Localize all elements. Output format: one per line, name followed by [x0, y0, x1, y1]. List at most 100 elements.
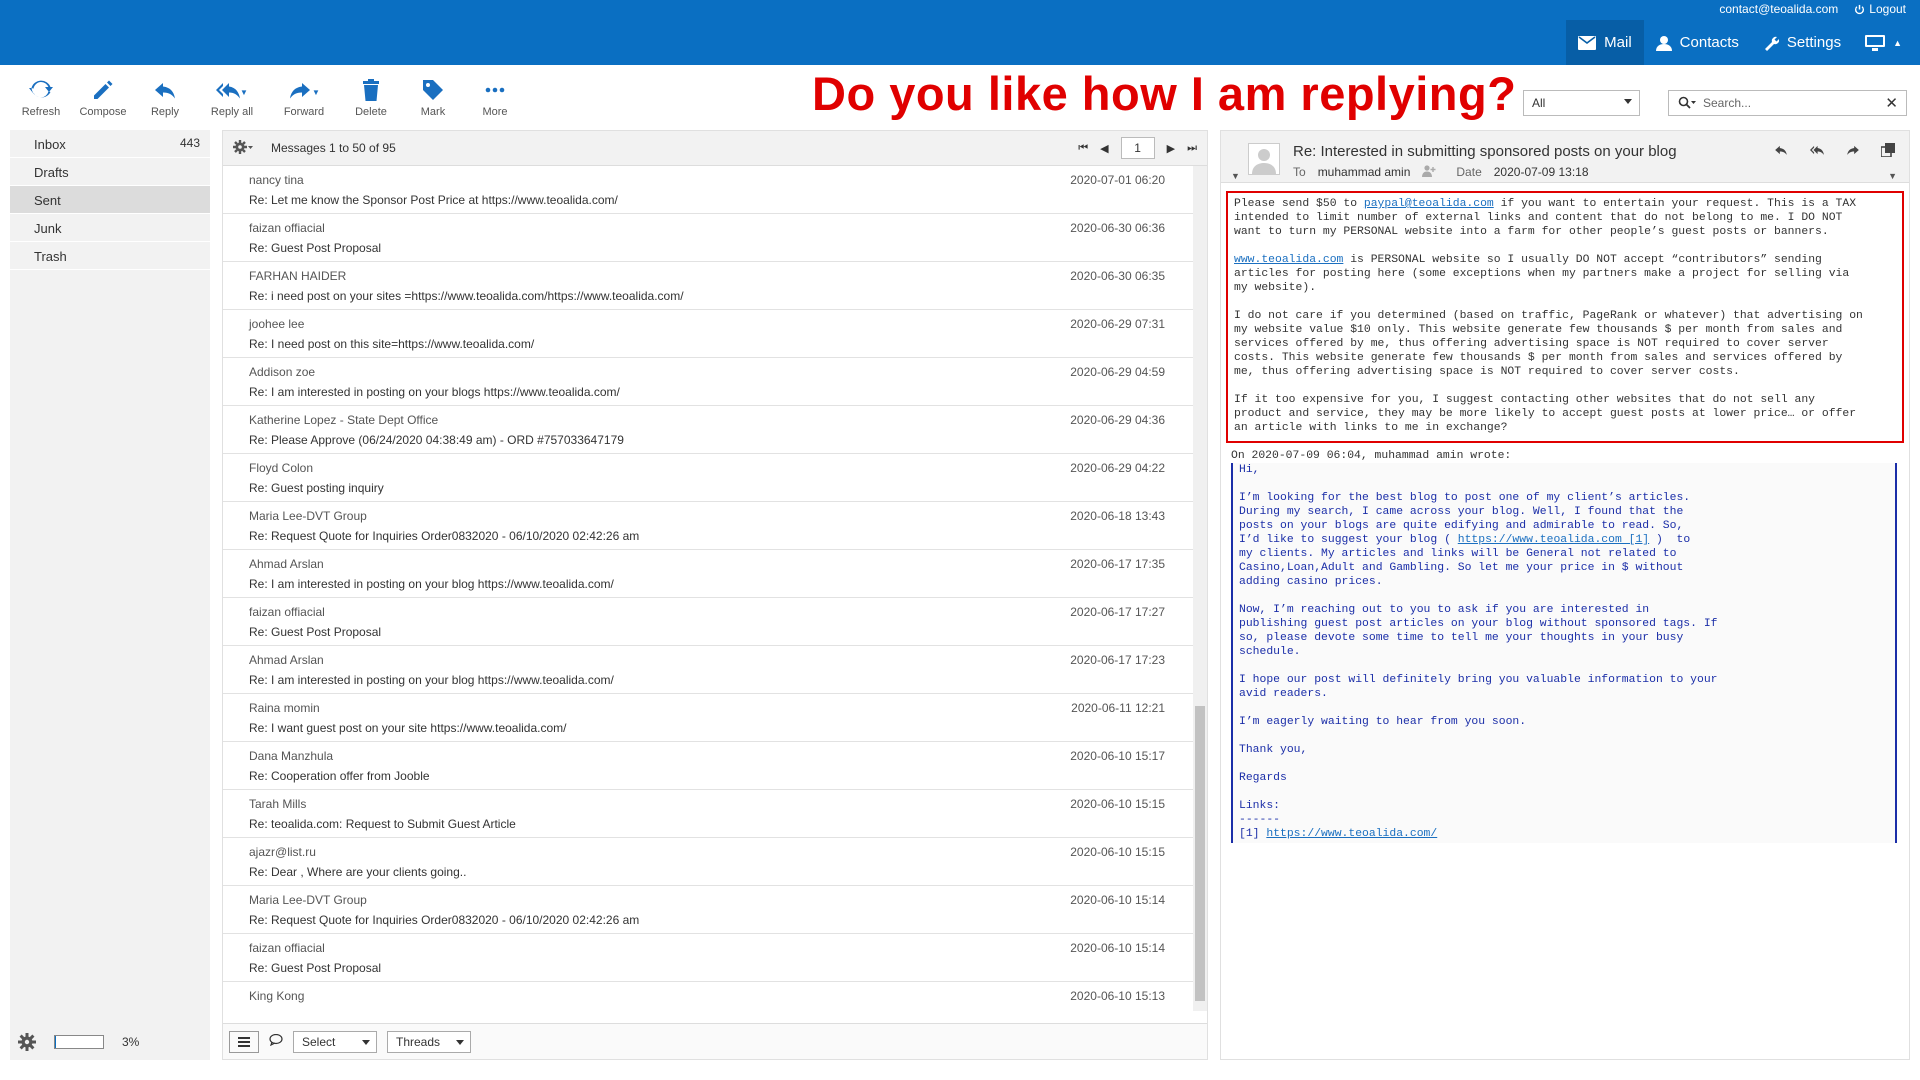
message-row[interactable]: faizan offiacial 2020-06-17 17:27 Re: Gues…: [223, 598, 1193, 646]
message-subject: Re: i need post on your sites =https://w…: [249, 289, 684, 303]
search-input[interactable]: Search... ✕: [1668, 90, 1907, 116]
message-row[interactable]: Katherine Lopez - State Dept Office 2020-…: [223, 406, 1193, 454]
add-contact-icon[interactable]: [1422, 165, 1436, 180]
clear-search-icon[interactable]: ✕: [1885, 94, 1898, 112]
tab-settings[interactable]: Settings: [1751, 20, 1853, 65]
message-sender: Tarah Mills: [249, 797, 307, 811]
first-page-icon[interactable]: ⏮: [1078, 142, 1088, 155]
folder-sent[interactable]: Sent: [10, 186, 210, 214]
message-row[interactable]: nancy tina 2020-07-01 06:20 Re: Let me kno…: [223, 166, 1193, 214]
folder-trash[interactable]: Trash: [10, 242, 210, 270]
folder-label: Drafts: [34, 165, 69, 180]
preview-header: ▼ Re: Interested in submitting sponsored…: [1221, 131, 1909, 183]
reply-icon[interactable]: [1773, 143, 1789, 157]
overlay-annotation: Do you like how I am replying?: [812, 67, 1517, 120]
select-dropdown[interactable]: Select: [293, 1030, 377, 1053]
message-row[interactable]: ajazr@list.ru 2020-06-10 15:15 Re: Dear , …: [223, 838, 1193, 886]
reply-all-button[interactable]: ▼ Reply all: [196, 78, 268, 126]
message-sender: Maria Lee-DVT Group: [249, 509, 367, 523]
list-scrollbar[interactable]: [1193, 166, 1207, 1011]
last-page-icon[interactable]: ⏭: [1187, 142, 1197, 155]
message-row[interactable]: Addison zoe 2020-06-29 04:59 Re: I am inte…: [223, 358, 1193, 406]
message-sender: Raina momin: [249, 701, 320, 715]
more-icon: [485, 87, 505, 93]
message-row[interactable]: Ahmad Arslan 2020-06-17 17:23 Re: I am int…: [223, 646, 1193, 694]
message-row[interactable]: Raina momin 2020-06-11 12:21 Re: I want gu…: [223, 694, 1193, 742]
folder-list: Inbox 443 Drafts Sent Junk Trash 3%: [10, 130, 210, 1060]
tab-mail[interactable]: Mail: [1566, 20, 1644, 65]
pencil-icon: [94, 80, 113, 99]
delete-button[interactable]: Delete: [340, 78, 402, 126]
website-link[interactable]: www.teoalida.com: [1234, 254, 1343, 266]
threads-dropdown[interactable]: Threads: [387, 1030, 471, 1053]
paypal-link[interactable]: paypal@teoalida.com: [1364, 198, 1494, 210]
forward-icon[interactable]: [1845, 143, 1861, 157]
message-date: 2020-06-17 17:27: [1070, 605, 1165, 619]
chevron-down-icon[interactable]: ▼: [1888, 171, 1897, 181]
message-date: 2020-06-30 06:36: [1070, 221, 1165, 235]
refresh-icon: [29, 80, 53, 98]
message-row[interactable]: Maria Lee-DVT Group 2020-06-18 13:43 Re: R…: [223, 502, 1193, 550]
open-in-window-icon[interactable]: [1881, 143, 1895, 157]
scrollbar-thumb[interactable]: [1195, 706, 1205, 1001]
message-subject: Re: i am interested buying guest post on…: [249, 1009, 674, 1011]
tab-contacts-label: Contacts: [1679, 34, 1739, 51]
logout-link[interactable]: Logout: [1854, 2, 1906, 16]
reply-all-caret-icon[interactable]: ▼: [240, 88, 248, 97]
dropdown-arrow-icon: [362, 1039, 370, 1045]
preview-meta: To muhammad amin Date 2020-07-09 13:18: [1293, 165, 1589, 180]
message-sender: joohee lee: [249, 317, 305, 331]
page-input[interactable]: 1: [1120, 137, 1155, 159]
message-row[interactable]: faizan offiacial 2020-06-30 06:36 Re: Gues…: [223, 214, 1193, 262]
search-icon[interactable]: [1678, 96, 1696, 113]
folder-junk[interactable]: Junk: [10, 214, 210, 242]
quote-link[interactable]: https://www.teoalida.com [1]: [1458, 534, 1649, 546]
message-row[interactable]: faizan offiacial 2020-06-10 15:14 Re: Gues…: [223, 934, 1193, 982]
message-row[interactable]: joohee lee 2020-06-29 07:31 Re: I need pos…: [223, 310, 1193, 358]
message-row[interactable]: Tarah Mills 2020-06-10 15:15 Re: teoalida.…: [223, 790, 1193, 838]
expand-header-icon[interactable]: ▼: [1231, 171, 1240, 181]
forward-button[interactable]: ▼ Forward: [268, 78, 340, 126]
threads-label: Threads: [396, 1034, 441, 1049]
display-mode-button[interactable]: ▲: [1853, 20, 1914, 65]
message-sender: Maria Lee-DVT Group: [249, 893, 367, 907]
monitor-icon: [1865, 34, 1886, 51]
main-nav: Mail Contacts Settings ▲: [1566, 20, 1914, 65]
quote-link[interactable]: https://www.teoalida.com/: [1266, 828, 1437, 840]
list-view-button[interactable]: [229, 1030, 259, 1053]
message-date: 2020-06-11 12:21: [1071, 701, 1165, 715]
tab-contacts[interactable]: Contacts: [1644, 20, 1751, 65]
folder-drafts[interactable]: Drafts: [10, 158, 210, 186]
gear-icon[interactable]: [18, 1033, 36, 1051]
message-row[interactable]: FARHAN HAIDER 2020-06-30 06:35 Re: i need …: [223, 262, 1193, 310]
tag-icon: [423, 80, 443, 100]
reply-all-icon: [216, 83, 241, 99]
message-row[interactable]: Dana Manzhula 2020-06-10 15:17 Re: Coopera…: [223, 742, 1193, 790]
reply-label: Reply: [150, 106, 180, 118]
wrench-icon: [1764, 36, 1779, 51]
message-sender: King Kong: [249, 989, 305, 1003]
more-button[interactable]: More: [464, 78, 526, 126]
folder-inbox[interactable]: Inbox 443: [10, 130, 210, 158]
list-options-icon[interactable]: [233, 139, 253, 157]
prev-page-icon[interactable]: ◀: [1100, 142, 1108, 155]
message-row[interactable]: Ahmad Arslan 2020-06-17 17:35 Re: I am int…: [223, 550, 1193, 598]
folder-label: Inbox: [34, 137, 66, 152]
filter-select[interactable]: All: [1523, 90, 1640, 116]
next-page-icon[interactable]: ▶: [1167, 142, 1175, 155]
tab-settings-label: Settings: [1786, 34, 1842, 51]
reply-all-icon[interactable]: [1809, 143, 1825, 157]
to-label: To: [1293, 165, 1306, 179]
refresh-button[interactable]: Refresh: [10, 78, 72, 126]
message-row[interactable]: King Kong 2020-06-10 15:13 Re: i am intere…: [223, 982, 1193, 1011]
recipient-name[interactable]: muhammad amin: [1318, 165, 1411, 180]
power-icon: [1855, 4, 1865, 14]
compose-button[interactable]: Compose: [72, 78, 134, 126]
reply-button[interactable]: Reply: [134, 78, 196, 126]
forward-caret-icon[interactable]: ▼: [312, 88, 320, 97]
message-row[interactable]: Maria Lee-DVT Group 2020-06-10 15:14 Re: R…: [223, 886, 1193, 934]
conversation-icon[interactable]: [269, 1033, 283, 1049]
trash-icon: [363, 79, 379, 101]
mark-button[interactable]: Mark: [402, 78, 464, 126]
message-row[interactable]: Floyd Colon 2020-06-29 04:22 Re: Guest pos…: [223, 454, 1193, 502]
